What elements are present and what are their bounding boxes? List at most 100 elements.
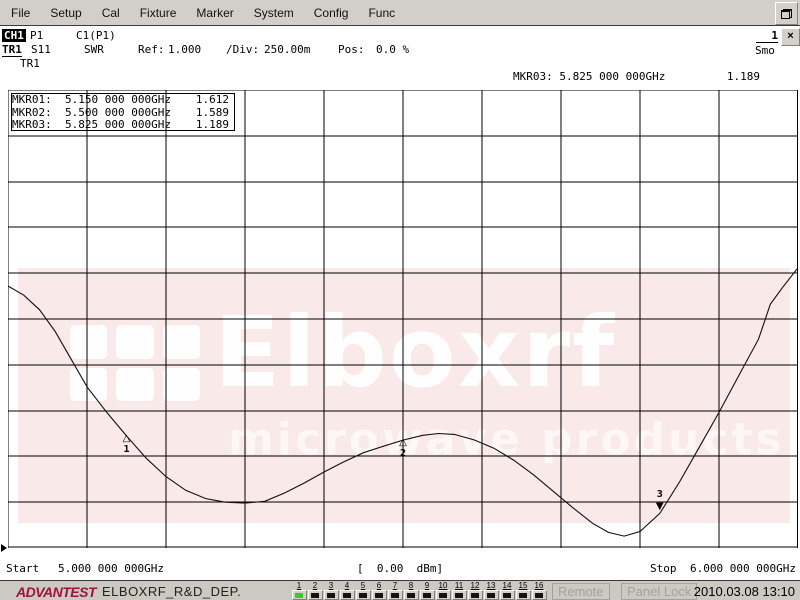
channel-15-light-icon <box>519 593 527 598</box>
marker-table: MKR01: 5.150 000 000GHz1.612MKR02: 5.500… <box>11 93 235 131</box>
menu-item-marker[interactable]: Marker <box>193 4 236 22</box>
port-label: P1 <box>30 29 43 42</box>
close-icon: × <box>787 30 793 42</box>
channel-11-number: 11 <box>455 582 463 590</box>
close-trace-button[interactable]: × <box>781 28 800 46</box>
advantest-logo: ADVANTEST <box>16 584 96 600</box>
channel-13[interactable]: 13 <box>483 581 499 600</box>
marker-2-number: 2 <box>397 449 409 459</box>
channel-16-button[interactable] <box>532 590 547 600</box>
channel-3-button[interactable] <box>324 590 339 600</box>
channel-11[interactable]: 11 <box>451 581 467 600</box>
channel-7-light-icon <box>391 593 399 598</box>
smoothing-indicator: Smo <box>755 44 775 57</box>
channel-5[interactable]: 5 <box>355 581 371 600</box>
menu-item-func[interactable]: Func <box>365 4 398 22</box>
trace-badge[interactable]: TR1 <box>2 43 22 57</box>
status-bar: ADVANTEST ELBOXRF_R&D_DEP. 1234567891011… <box>0 580 800 600</box>
channel-6-button[interactable] <box>372 590 387 600</box>
channel-10-light-icon <box>439 593 447 598</box>
channel-4-number: 4 <box>345 582 349 590</box>
menu-item-file[interactable]: File <box>8 4 33 22</box>
channel-10[interactable]: 10 <box>435 581 451 600</box>
trace-number-indicator: 1 <box>756 29 778 43</box>
channel-13-light-icon <box>487 593 495 598</box>
channel-7[interactable]: 7 <box>387 581 403 600</box>
channel-13-number: 13 <box>487 582 496 590</box>
channel-1[interactable]: 1 <box>291 581 307 600</box>
stop-value: 6.000 000 000GHz <box>690 562 796 575</box>
stop-label: Stop <box>650 562 677 575</box>
reference-level-icon <box>1 544 7 552</box>
graticule-area[interactable]: Elboxrf microwave products △1△2▼3 <box>8 90 798 548</box>
menu-item-fixture[interactable]: Fixture <box>137 4 180 22</box>
channel-6[interactable]: 6 <box>371 581 387 600</box>
channel-1-number: 1 <box>297 582 301 590</box>
channel-8[interactable]: 8 <box>403 581 419 600</box>
menu-item-system[interactable]: System <box>251 4 297 22</box>
sparam-label: S11 <box>31 43 51 56</box>
channel-5-button[interactable] <box>356 590 371 600</box>
marker-1-icon[interactable]: △ <box>121 434 133 444</box>
start-label: Start <box>6 562 39 575</box>
channel-12-light-icon <box>471 593 479 598</box>
channel-2-button[interactable] <box>308 590 323 600</box>
channel-7-number: 7 <box>393 582 397 590</box>
channel-16-number: 16 <box>535 582 544 590</box>
channel-15-button[interactable] <box>516 590 531 600</box>
restore-window-button[interactable] <box>775 2 798 25</box>
channel-4[interactable]: 4 <box>339 581 355 600</box>
channel-16-light-icon <box>535 593 543 598</box>
marker-table-row: MKR01: 5.150 000 000GHz1.612 <box>12 94 234 107</box>
panel-lock-indicator: Panel Lock <box>621 583 697 600</box>
channel-15[interactable]: 15 <box>515 581 531 600</box>
channel-12-button[interactable] <box>468 590 483 600</box>
active-marker-label-freq: MKR03: 5.825 000 000GHz <box>513 70 665 83</box>
channel-9-light-icon <box>423 593 431 598</box>
trace-name-label: TR1 <box>20 57 40 70</box>
menu-item-cal[interactable]: Cal <box>99 4 123 22</box>
marker-3-number: 3 <box>654 490 666 500</box>
restore-window-icon <box>781 9 792 19</box>
channel-6-number: 6 <box>377 582 381 590</box>
div-label: /Div: <box>226 43 259 56</box>
channel-16[interactable]: 16 <box>531 581 547 600</box>
channel-10-button[interactable] <box>436 590 451 600</box>
channel-2[interactable]: 2 <box>307 581 323 600</box>
channel-7-button[interactable] <box>388 590 403 600</box>
channel-1-button[interactable] <box>292 590 307 600</box>
channel-8-button[interactable] <box>404 590 419 600</box>
channel-8-light-icon <box>407 593 415 598</box>
channel-3-number: 3 <box>329 582 333 590</box>
pos-value: 0.0 % <box>376 43 409 56</box>
channel-2-number: 2 <box>313 582 317 590</box>
format-label: SWR <box>84 43 104 56</box>
channel-9-number: 9 <box>425 582 429 590</box>
channel-2-light-icon <box>311 593 319 598</box>
channel-badge[interactable]: CH1 <box>2 29 26 42</box>
channel-5-number: 5 <box>361 582 365 590</box>
channel-6-light-icon <box>375 593 383 598</box>
power-level: [ 0.00 dBm] <box>357 562 443 575</box>
remote-indicator: Remote <box>552 583 610 600</box>
marker-3-icon[interactable]: ▼ <box>654 502 666 512</box>
marker-2-icon[interactable]: △ <box>397 438 409 448</box>
div-value: 250.00m <box>264 43 310 56</box>
channel-8-number: 8 <box>409 582 413 590</box>
channel-11-button[interactable] <box>452 590 467 600</box>
channel-14[interactable]: 14 <box>499 581 515 600</box>
channel-14-number: 14 <box>503 582 512 590</box>
menu-item-config[interactable]: Config <box>311 4 352 22</box>
channel-13-button[interactable] <box>484 590 499 600</box>
cal-label: C1(P1) <box>76 29 116 42</box>
channel-9[interactable]: 9 <box>419 581 435 600</box>
channel-4-light-icon <box>343 593 351 598</box>
marker-table-row: MKR03: 5.825 000 000GHz1.189 <box>12 119 234 131</box>
menu-item-setup[interactable]: Setup <box>47 4 84 22</box>
ref-value: 1.000 <box>168 43 201 56</box>
channel-12[interactable]: 12 <box>467 581 483 600</box>
channel-3[interactable]: 3 <box>323 581 339 600</box>
channel-14-button[interactable] <box>500 590 515 600</box>
channel-4-button[interactable] <box>340 590 355 600</box>
channel-9-button[interactable] <box>420 590 435 600</box>
